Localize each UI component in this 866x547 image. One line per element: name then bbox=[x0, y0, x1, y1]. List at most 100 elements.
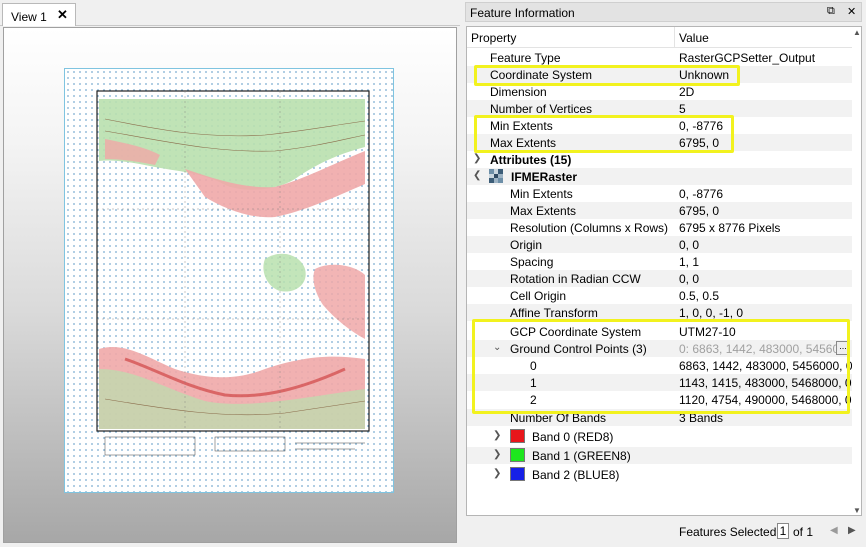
table-row[interactable]: Max Extents 6795, 0 bbox=[467, 202, 853, 219]
table-row[interactable]: Feature Type RasterGCPSetter_Output bbox=[467, 49, 853, 66]
property-label: Affine Transform bbox=[510, 306, 598, 320]
chevron-left-icon[interactable]: ◀ bbox=[830, 525, 838, 536]
property-label: Number of Vertices bbox=[490, 102, 593, 116]
table-row-gcp-2[interactable]: 2 1120, 4754, 490000, 5468000, 0 bbox=[467, 391, 853, 408]
property-label: Cell Origin bbox=[510, 289, 567, 303]
property-value: 0, -8776 bbox=[679, 187, 724, 201]
property-value: Unknown bbox=[679, 68, 730, 82]
chevron-right-icon[interactable]: ❯ bbox=[473, 153, 481, 164]
chevron-right-icon[interactable]: ❯ bbox=[493, 430, 501, 441]
table-row-ifmeraster[interactable]: ❮ IFMERaster bbox=[467, 168, 853, 185]
property-label: Min Extents bbox=[490, 119, 553, 133]
page-count: of 1 bbox=[793, 525, 814, 539]
scroll-up-icon[interactable]: ▲ bbox=[853, 28, 861, 37]
property-value: 3 Bands bbox=[679, 411, 724, 425]
property-value: 0.5, 0.5 bbox=[679, 289, 720, 303]
red-band-swatch bbox=[510, 429, 525, 443]
property-value: 0, 0 bbox=[679, 238, 700, 252]
property-value: RasterGCPSetter_Output bbox=[679, 51, 816, 65]
feature-info-table: Property Value Feature Type RasterGCPSet… bbox=[466, 26, 862, 516]
column-header-property[interactable]: Property bbox=[471, 31, 516, 45]
property-label: Min Extents bbox=[510, 187, 573, 201]
column-divider[interactable] bbox=[674, 27, 675, 48]
property-value: 0, -8776 bbox=[679, 119, 724, 133]
close-icon[interactable]: ✕ bbox=[847, 5, 856, 18]
property-label: Attributes (15) bbox=[490, 153, 572, 167]
property-label: 0 bbox=[530, 359, 537, 373]
property-label: Rotation in Radian CCW bbox=[510, 272, 641, 286]
topo-map-drawing bbox=[96, 90, 370, 456]
table-row[interactable]: Cell Origin 0.5, 0.5 bbox=[467, 287, 853, 304]
property-label: Band 1 (GREEN8) bbox=[532, 449, 631, 463]
restore-icon[interactable]: ⧉ bbox=[827, 5, 835, 18]
green-band-swatch bbox=[510, 448, 525, 462]
property-label: 2 bbox=[530, 393, 537, 407]
property-value: 6795 x 8776 Pixels bbox=[679, 221, 781, 235]
property-label: Max Extents bbox=[490, 136, 557, 150]
table-row[interactable]: Rotation in Radian CCW 0, 0 bbox=[467, 270, 853, 287]
table-row[interactable]: GCP Coordinate System UTM27-10 bbox=[467, 323, 853, 340]
property-label: Feature Type bbox=[490, 51, 561, 65]
property-value: 0, 0 bbox=[679, 272, 700, 286]
chevron-down-icon[interactable]: ⌄ bbox=[493, 342, 501, 353]
panel-footer: Features Selected: 1 of 1 ◀ ▶ bbox=[465, 520, 866, 544]
property-value: UTM27-10 bbox=[679, 325, 736, 339]
more-button[interactable]: ... bbox=[836, 341, 850, 355]
table-row-band-1[interactable]: ❯ Band 1 (GREEN8) bbox=[467, 447, 853, 464]
table-row-gcp-1[interactable]: 1 1143, 1415, 483000, 5468000, 0 bbox=[467, 374, 853, 391]
table-row[interactable]: Coordinate System Unknown bbox=[467, 66, 853, 83]
property-value: 6795, 0 bbox=[679, 136, 720, 150]
table-row[interactable]: Dimension 2D bbox=[467, 83, 853, 100]
tab-view-1[interactable]: View 1 ✕ bbox=[2, 3, 76, 26]
table-row[interactable]: Number of Vertices 5 bbox=[467, 100, 853, 117]
table-row-attributes[interactable]: ❯ Attributes (15) bbox=[467, 151, 853, 168]
map-canvas[interactable] bbox=[3, 27, 457, 543]
view-pane: View 1 ✕ bbox=[0, 0, 460, 547]
table-row-gcp-0[interactable]: 0 6863, 1442, 483000, 5456000, 0 bbox=[467, 357, 853, 374]
property-value: 0: 6863, 1442, 483000, 54560... bbox=[679, 342, 850, 356]
chevron-right-icon[interactable]: ▶ bbox=[848, 525, 856, 536]
chevron-right-icon[interactable]: ❯ bbox=[493, 449, 501, 460]
property-label: Spacing bbox=[510, 255, 554, 269]
table-row[interactable]: Spacing 1, 1 bbox=[467, 253, 853, 270]
property-value: 1143, 1415, 483000, 5468000, 0 bbox=[679, 376, 852, 390]
raster-icon bbox=[489, 169, 503, 183]
column-header-value[interactable]: Value bbox=[679, 31, 709, 45]
property-label: 1 bbox=[530, 376, 537, 390]
property-value: 1120, 4754, 490000, 5468000, 0 bbox=[679, 393, 852, 407]
property-value: 6863, 1442, 483000, 5456000, 0 bbox=[679, 359, 853, 373]
features-selected-label: Features Selected: bbox=[679, 525, 780, 539]
vertical-scrollbar[interactable]: ▲ ▼ bbox=[852, 27, 861, 515]
tab-view-1-label: View 1 bbox=[11, 10, 47, 24]
property-value: 6795, 0 bbox=[679, 204, 720, 218]
table-header: Property Value bbox=[467, 27, 861, 48]
table-row[interactable]: Resolution (Columns x Rows) 6795 x 8776 … bbox=[467, 219, 853, 236]
raster-map-image bbox=[64, 68, 394, 493]
table-row[interactable]: Min Extents 0, -8776 bbox=[467, 185, 853, 202]
page-input[interactable]: 1 bbox=[777, 523, 789, 539]
feature-information-panel: Feature Information ⧉ ✕ Property Value F… bbox=[465, 2, 866, 547]
property-label: GCP Coordinate System bbox=[510, 325, 642, 339]
property-label: Ground Control Points (3) bbox=[510, 342, 647, 356]
property-label: Band 2 (BLUE8) bbox=[532, 468, 620, 482]
chevron-right-icon[interactable]: ❯ bbox=[493, 468, 501, 479]
panel-title: Feature Information bbox=[470, 6, 575, 20]
property-label: Dimension bbox=[490, 85, 547, 99]
property-label: Coordinate System bbox=[490, 68, 593, 82]
property-label: Resolution (Columns x Rows) bbox=[510, 221, 669, 235]
table-row-ground-control-points[interactable]: ⌄ Ground Control Points (3) 0: 6863, 144… bbox=[467, 340, 853, 357]
table-row[interactable]: Origin 0, 0 bbox=[467, 236, 853, 253]
table-row-band-0[interactable]: ❯ Band 0 (RED8) bbox=[467, 428, 853, 445]
scroll-down-icon[interactable]: ▼ bbox=[853, 506, 861, 515]
chevron-down-icon[interactable]: ❮ bbox=[473, 170, 481, 181]
table-row[interactable]: Min Extents 0, -8776 bbox=[467, 117, 853, 134]
table-row[interactable]: Affine Transform 1, 0, 0, -1, 0 bbox=[467, 304, 853, 321]
blue-band-swatch bbox=[510, 467, 525, 481]
view-tabbar: View 1 ✕ bbox=[0, 0, 460, 26]
table-row[interactable]: Max Extents 6795, 0 bbox=[467, 134, 853, 151]
property-value: 2D bbox=[679, 85, 695, 99]
table-row-band-2[interactable]: ❯ Band 2 (BLUE8) bbox=[467, 466, 853, 483]
table-row[interactable]: Number Of Bands 3 Bands bbox=[467, 409, 853, 426]
close-icon[interactable]: ✕ bbox=[57, 8, 68, 22]
property-value: 1, 1 bbox=[679, 255, 700, 269]
